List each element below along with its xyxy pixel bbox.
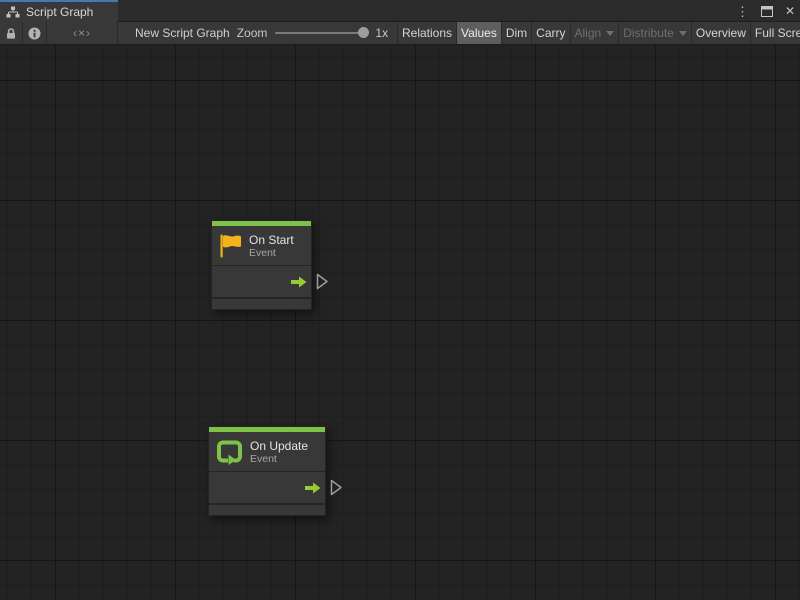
toolbar-button-distribute[interactable]: Distribute bbox=[619, 22, 692, 44]
node-header: On Update Event bbox=[209, 432, 325, 471]
zoom-control: Zoom 1x bbox=[237, 26, 388, 40]
zoom-slider[interactable] bbox=[275, 32, 367, 34]
loop-icon bbox=[216, 438, 243, 465]
chevron-down-icon bbox=[679, 31, 687, 36]
window-controls: ⋮ ✕ bbox=[736, 0, 795, 22]
node-titles: On Update Event bbox=[250, 439, 308, 465]
toolbar-button-relations[interactable]: Relations bbox=[398, 22, 457, 44]
node-title: On Update bbox=[250, 439, 308, 453]
node-title: On Start bbox=[249, 233, 294, 247]
code-view-button[interactable]: ‹×› bbox=[47, 22, 118, 44]
node-header: On Start Event bbox=[212, 226, 311, 265]
inspect-button[interactable] bbox=[23, 22, 47, 44]
graph-info-section: New Script Graph Zoom 1x bbox=[118, 22, 398, 44]
output-port-arrow-icon[interactable] bbox=[305, 482, 321, 494]
output-port-arrow-icon[interactable] bbox=[291, 276, 307, 288]
node-subtitle: Event bbox=[249, 247, 294, 259]
toolbar-button-full-screen[interactable]: Full Screen bbox=[751, 22, 800, 44]
close-icon[interactable]: ✕ bbox=[785, 4, 795, 18]
flag-icon bbox=[219, 233, 242, 259]
node-on-update[interactable]: On Update Event bbox=[208, 426, 326, 516]
info-icon bbox=[28, 27, 41, 40]
zoom-label: Zoom bbox=[237, 26, 268, 40]
graph-name-label: New Script Graph bbox=[135, 26, 230, 40]
tab-script-graph[interactable]: Script Graph bbox=[0, 0, 118, 22]
graph-canvas[interactable]: On Start Event bbox=[0, 45, 800, 600]
window-menu-icon[interactable]: ⋮ bbox=[736, 5, 749, 18]
toolbar-button-overview[interactable]: Overview bbox=[692, 22, 751, 44]
zoom-slider-handle[interactable] bbox=[358, 27, 369, 38]
toolbar-button-align[interactable]: Align bbox=[571, 22, 620, 44]
node-subtitle: Event bbox=[250, 453, 308, 465]
node-body bbox=[209, 472, 325, 503]
tab-title: Script Graph bbox=[26, 5, 93, 19]
toolbar-button-carry[interactable]: Carry bbox=[532, 22, 570, 44]
script-graph-window: Script Graph ⋮ ✕ ‹×› bbox=[0, 0, 800, 600]
node-footer bbox=[212, 299, 311, 309]
title-bar: Script Graph ⋮ ✕ bbox=[0, 0, 800, 22]
toolbar-button-dim[interactable]: Dim bbox=[502, 22, 532, 44]
toolbar-button-values[interactable]: Values bbox=[457, 22, 502, 44]
zoom-value: 1x bbox=[375, 26, 388, 40]
connection-target-triangle-icon[interactable] bbox=[330, 479, 343, 496]
connection-target-triangle-icon[interactable] bbox=[316, 273, 329, 290]
node-titles: On Start Event bbox=[249, 233, 294, 259]
lock-button[interactable] bbox=[0, 22, 23, 44]
maximize-icon[interactable] bbox=[761, 6, 773, 17]
node-on-start[interactable]: On Start Event bbox=[211, 220, 312, 310]
code-icon: ‹×› bbox=[73, 26, 91, 40]
node-footer bbox=[209, 505, 325, 515]
lock-icon bbox=[5, 27, 17, 40]
graph-hierarchy-icon bbox=[6, 6, 20, 18]
graph-toolbar: ‹×› New Script Graph Zoom 1x Relations bbox=[0, 22, 800, 45]
chevron-down-icon bbox=[606, 31, 614, 36]
node-body bbox=[212, 266, 311, 297]
